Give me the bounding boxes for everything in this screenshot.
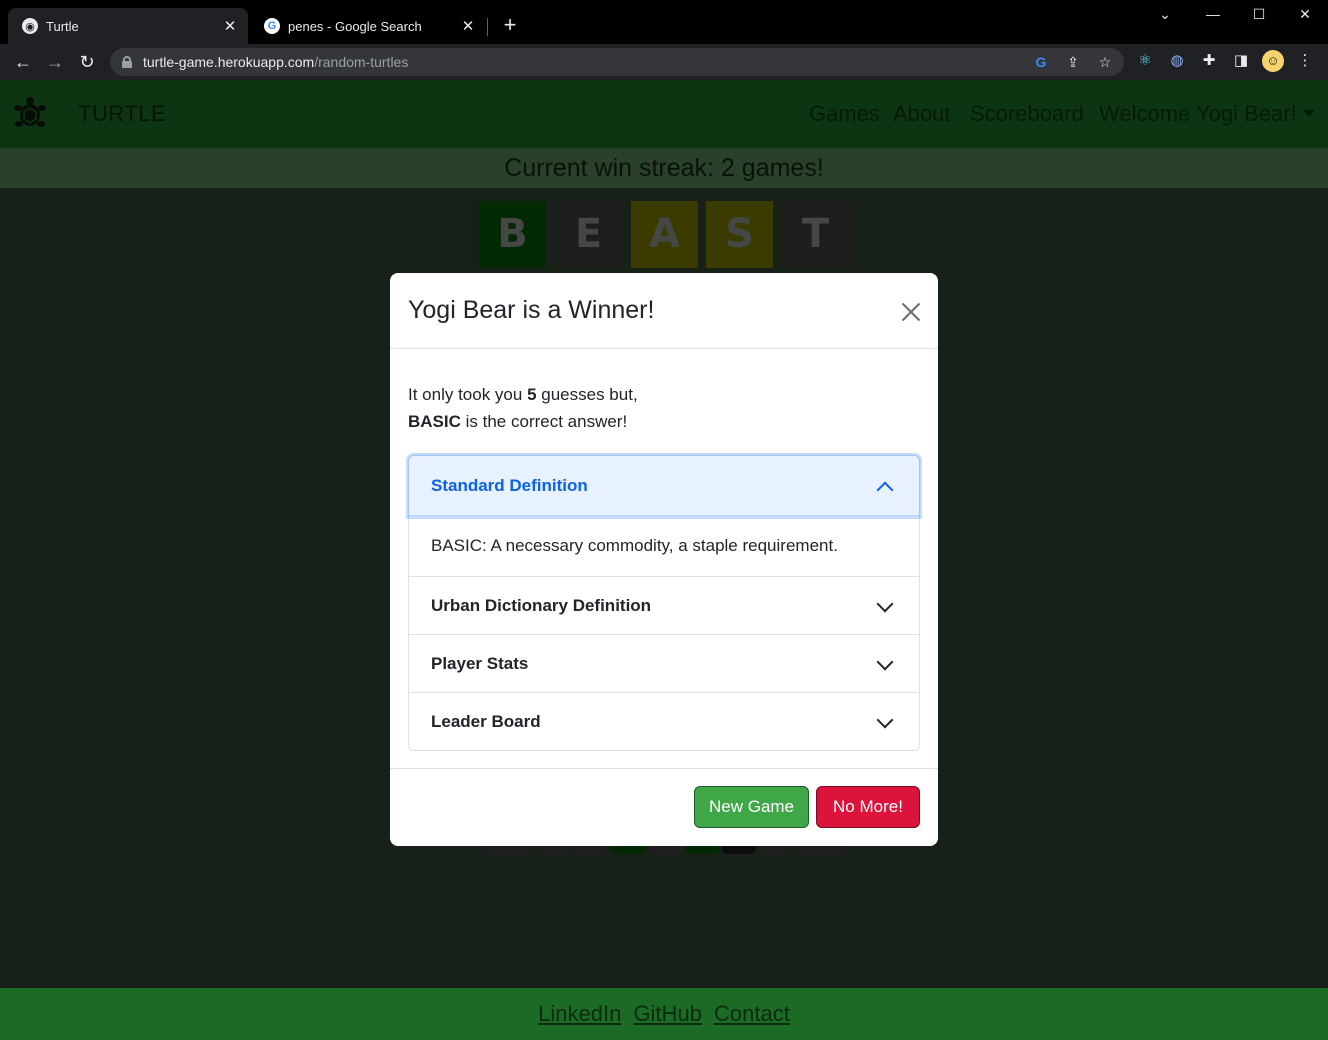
chevron-down-icon bbox=[876, 653, 894, 671]
google-lens-icon[interactable]: G bbox=[1032, 53, 1050, 71]
accordion-label: Leader Board bbox=[431, 711, 541, 731]
guess-count: 5 bbox=[527, 385, 537, 404]
browser-tab-bar: ◉ Turtle ✕ G penes - Google Search ✕ + ⌄… bbox=[0, 0, 1328, 44]
puzzle-icon[interactable]: ✚ bbox=[1198, 50, 1220, 72]
tab-close-icon[interactable]: ✕ bbox=[460, 17, 476, 35]
lock-icon bbox=[122, 56, 132, 68]
extension-icon[interactable]: ◍ bbox=[1166, 50, 1188, 72]
back-arrow-icon[interactable]: ← bbox=[11, 50, 35, 74]
footer-link-github[interactable]: GitHub bbox=[633, 1001, 701, 1026]
close-icon[interactable] bbox=[898, 299, 924, 325]
tab-close-icon[interactable]: ✕ bbox=[222, 17, 238, 35]
tab-google-search[interactable]: G penes - Google Search ✕ bbox=[250, 8, 486, 44]
new-tab-button[interactable]: + bbox=[498, 14, 522, 38]
modal-header: Yogi Bear is a Winner! bbox=[390, 273, 938, 349]
tab-turtle[interactable]: ◉ Turtle ✕ bbox=[8, 8, 248, 44]
google-icon: G bbox=[264, 18, 280, 34]
minimize-button[interactable]: — bbox=[1190, 6, 1236, 26]
result-message: It only took you 5 guesses but, BASIC is… bbox=[408, 381, 638, 435]
tab-separator bbox=[487, 18, 488, 36]
accordion-label: Urban Dictionary Definition bbox=[431, 595, 652, 615]
accordion-player-stats[interactable]: Player Stats bbox=[409, 634, 919, 692]
accordion-leader-board[interactable]: Leader Board bbox=[409, 692, 919, 750]
page-footer: LinkedIn GitHub Contact bbox=[0, 988, 1328, 1040]
answer-suffix: is the correct answer! bbox=[460, 412, 628, 431]
browser-toolbar: ← → ↻ turtle-game.herokuapp.com/random-t… bbox=[0, 44, 1328, 80]
modal-footer: New Game No More! bbox=[390, 768, 938, 846]
url-path: /random-turtles bbox=[314, 54, 409, 70]
chevron-down-icon bbox=[876, 595, 894, 613]
globe-icon: ◉ bbox=[22, 18, 38, 34]
footer-link-contact[interactable]: Contact bbox=[714, 1001, 790, 1026]
modal-title: Yogi Bear is a Winner! bbox=[408, 296, 655, 324]
react-devtools-icon[interactable]: ⚛ bbox=[1134, 50, 1156, 72]
no-more-button[interactable]: No More! bbox=[816, 786, 920, 828]
message-prefix: It only took you bbox=[408, 385, 528, 404]
reload-icon[interactable]: ↻ bbox=[75, 50, 99, 74]
standard-definition-content: BASIC: A necessary commodity, a staple r… bbox=[431, 536, 838, 555]
avatar[interactable]: ☺ bbox=[1262, 50, 1284, 72]
tab-title: Turtle bbox=[46, 18, 79, 34]
chevron-down-icon bbox=[876, 711, 894, 729]
share-icon[interactable]: ⇪ bbox=[1064, 53, 1082, 71]
tab-search-icon[interactable]: ⌄ bbox=[1142, 6, 1188, 26]
winner-modal: Yogi Bear is a Winner! It only took you … bbox=[390, 273, 938, 846]
url-host: turtle-game.herokuapp.com bbox=[143, 54, 315, 70]
bookmark-star-icon[interactable]: ☆ bbox=[1096, 53, 1114, 71]
forward-arrow-icon[interactable]: → bbox=[43, 50, 67, 74]
address-bar[interactable]: turtle-game.herokuapp.com/random-turtles… bbox=[110, 48, 1124, 76]
side-panel-icon[interactable]: ◨ bbox=[1230, 50, 1252, 72]
footer-link-linkedin[interactable]: LinkedIn bbox=[538, 1001, 621, 1026]
accordion-standard-definition[interactable]: Standard Definition bbox=[409, 456, 919, 516]
tab-title: penes - Google Search bbox=[288, 18, 422, 34]
correct-answer: BASIC bbox=[408, 412, 461, 431]
message-suffix: guesses but, bbox=[536, 385, 638, 404]
close-window-button[interactable]: ✕ bbox=[1282, 6, 1328, 26]
maximize-button[interactable]: ☐ bbox=[1236, 6, 1282, 26]
accordion-urban-dictionary-definition[interactable]: Urban Dictionary Definition bbox=[409, 576, 919, 634]
chevron-up-icon bbox=[876, 481, 894, 499]
accordion-label: Player Stats bbox=[431, 653, 529, 673]
definitions-accordion: Standard Definition BASIC: A necessary c… bbox=[408, 455, 920, 751]
new-game-button[interactable]: New Game bbox=[694, 786, 809, 828]
accordion-label: Standard Definition bbox=[431, 475, 588, 495]
kebab-menu-icon[interactable]: ⋮ bbox=[1294, 50, 1316, 72]
